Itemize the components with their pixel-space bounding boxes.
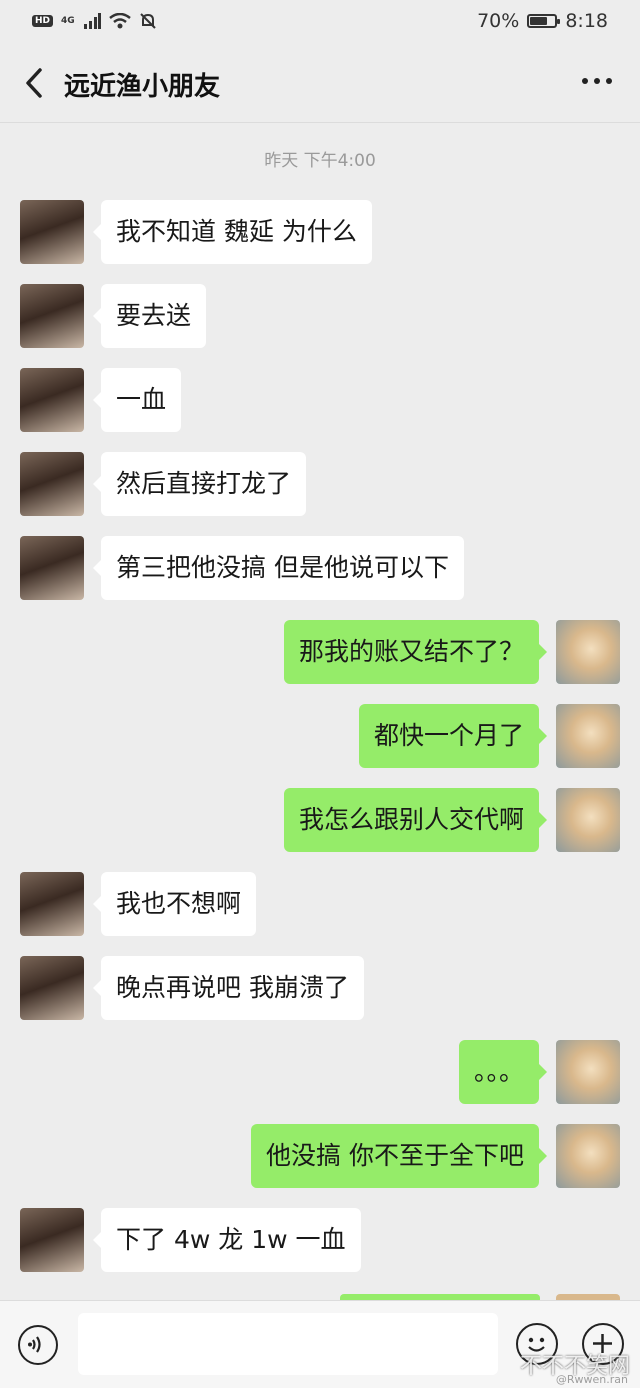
incoming-message-row: 然后直接打龙了 [0, 452, 640, 536]
signal-icon [83, 13, 101, 29]
outgoing-message-row: 都快一个月了 [0, 704, 640, 788]
outgoing-message-row: 那我的账又结不了？ [0, 620, 640, 704]
voice-icon [28, 1336, 41, 1353]
outgoing-message-row: 。。。 [0, 1040, 640, 1124]
status-right: 70% 8:18 [477, 10, 608, 32]
watermark-handle: @Rwwen.ran [555, 1373, 628, 1386]
more-options-icon[interactable] [582, 78, 612, 84]
message-bubble[interactable]: 然后直接打龙了 [92, 452, 307, 516]
contact-avatar[interactable] [20, 872, 84, 936]
contact-avatar[interactable] [20, 956, 84, 1020]
message-input[interactable] [78, 1313, 498, 1375]
contact-avatar[interactable] [20, 284, 84, 348]
status-bar: HD 4G 70% 8:18 [0, 0, 640, 44]
incoming-message-row: 第三把他没搞 但是他说可以下 [0, 536, 640, 620]
message-bubble[interactable]: 那我的账又结不了？ [283, 620, 548, 684]
contact-avatar[interactable] [20, 536, 84, 600]
self-avatar[interactable] [556, 788, 620, 852]
message-bubble[interactable]: 他没搞 你不至于全下吧 [251, 1124, 547, 1188]
contact-avatar[interactable] [20, 368, 84, 432]
battery-fill [530, 17, 548, 25]
message-bubble[interactable]: 一血 [92, 368, 182, 432]
hd-icon: HD [32, 15, 54, 27]
input-bar: 不不不笑网 @Rwwen.ran [0, 1300, 640, 1388]
self-avatar[interactable] [556, 704, 620, 768]
chat-header: 远近渔小朋友 [0, 44, 640, 123]
message-bubble[interactable]: 。。。 [458, 1040, 548, 1104]
message-bubble[interactable]: 我也不想啊 [92, 872, 257, 936]
contact-avatar[interactable] [20, 452, 84, 516]
message-timestamp: 昨天 下午4:00 [264, 151, 376, 171]
contact-avatar[interactable] [20, 1208, 84, 1272]
message-list: 我不知道 魏延 为什么 要去送一血然后直接打龙了第三把他没搞 但是他说可以下那我的… [0, 200, 640, 1292]
message-bubble[interactable]: 晚点再说吧 我崩溃了 [93, 956, 364, 1020]
incoming-message-row: 我不知道 魏延 为什么 [0, 200, 640, 284]
message-bubble[interactable]: 我不知道 魏延 为什么 [93, 200, 372, 264]
mute-bell-icon [139, 13, 156, 29]
status-left: HD 4G [32, 12, 157, 30]
outgoing-message-row: 他没搞 你不至于全下吧 [0, 1124, 640, 1208]
outgoing-message-row: 我怎么跟别人交代啊 [0, 788, 640, 872]
contact-avatar[interactable] [20, 200, 84, 264]
incoming-message-row: 我也不想啊 [0, 872, 640, 956]
incoming-message-row: 下了 4w 龙 1w 一血 [0, 1208, 640, 1292]
chat-title: 远近渔小朋友 [64, 72, 221, 102]
wifi-icon [108, 13, 131, 29]
clock: 8:18 [565, 10, 608, 32]
back-arrow-icon[interactable] [18, 64, 52, 102]
voice-input-button[interactable] [18, 1325, 58, 1365]
self-avatar[interactable] [556, 1040, 620, 1104]
battery-icon [527, 14, 561, 28]
message-bubble[interactable]: 下了 4w 龙 1w 一血 [93, 1208, 361, 1272]
message-bubble[interactable]: 我怎么跟别人交代啊 [283, 788, 548, 852]
incoming-message-row: 要去送 [0, 284, 640, 368]
network-type: 4G [61, 16, 75, 26]
self-avatar[interactable] [556, 1124, 620, 1188]
message-bubble[interactable]: 都快一个月了 [358, 704, 548, 768]
message-bubble[interactable]: 要去送 [92, 284, 207, 348]
incoming-message-row: 晚点再说吧 我崩溃了 [0, 956, 640, 1040]
self-avatar[interactable] [556, 620, 620, 684]
battery-percent: 70% [477, 10, 520, 32]
message-bubble[interactable]: 第三把他没搞 但是他说可以下 [93, 536, 464, 600]
incoming-message-row: 一血 [0, 368, 640, 452]
